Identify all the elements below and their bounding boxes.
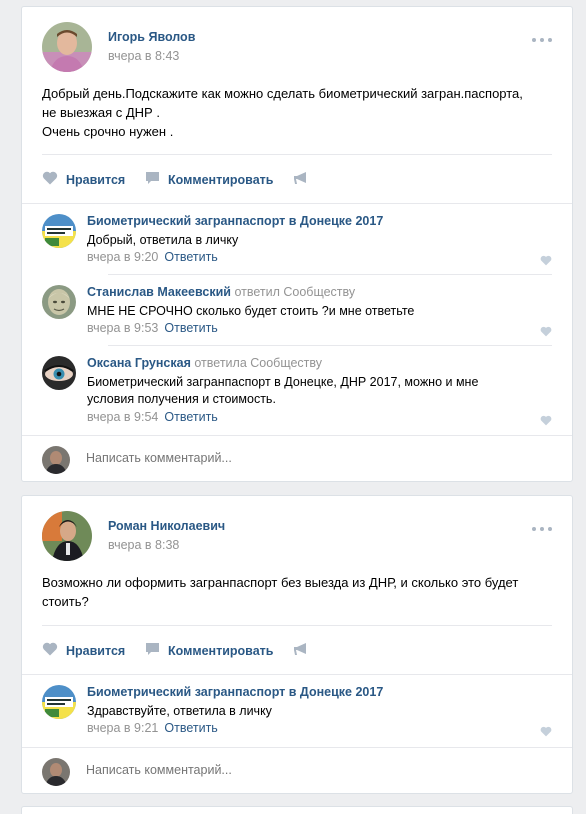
comment-author[interactable]: Биометрический загранпаспорт в Донецке 2… [87, 214, 383, 228]
comment-avatar[interactable] [42, 685, 76, 719]
comment-author-line: Станислав Макеевский ответил Сообществу [87, 285, 355, 299]
comment-icon [145, 642, 160, 659]
post-card: Игорь Яволов вчера в 8:43 Добрый день.По… [21, 6, 573, 482]
comment-text: МНЕ НЕ СРОЧНО сколько будет стоить ?и мн… [87, 304, 415, 318]
post-text-line: Возможно ли оформить загранпаспорт без в… [42, 575, 519, 590]
comment-author[interactable]: Станислав Макеевский [87, 285, 231, 299]
current-user-avatar [42, 446, 70, 474]
comment-replied: ответил Сообществу [234, 285, 356, 299]
comment-avatar[interactable] [42, 214, 76, 248]
comment-meta: вчера в 9:21 Ответить [87, 721, 218, 735]
comment-avatar[interactable] [42, 285, 76, 319]
heart-icon [42, 642, 58, 659]
post-actions: Нравится Комментировать [42, 154, 552, 200]
comment-date[interactable]: вчера в 9:53 [87, 321, 158, 335]
like-button[interactable]: Нравится [42, 642, 125, 659]
next-post-card [21, 806, 573, 814]
comment-avatar[interactable] [42, 356, 76, 390]
more-dots-icon[interactable] [532, 526, 552, 532]
comment-text: Биометрический загранпаспорт в Донецке, … [87, 375, 479, 406]
post-text-line: не выезжая с ДНР . [42, 105, 160, 120]
comment-text: Добрый, ответила в личку [87, 233, 239, 247]
comment-meta: вчера в 9:54 Ответить [87, 410, 218, 424]
post-author-name[interactable]: Игорь Яволов [108, 30, 195, 44]
post-author-name[interactable]: Роман Николаевич [108, 519, 225, 533]
like-label: Нравится [66, 172, 126, 187]
comment-author-line: Биометрический загранпаспорт в Донецке 2… [87, 685, 383, 699]
comment-author[interactable]: Биометрический загранпаспорт в Донецке 2… [87, 685, 383, 699]
share-megaphone-icon [293, 642, 309, 659]
comment-divider [108, 345, 552, 346]
comment-author[interactable]: Оксана Грунская [87, 356, 191, 370]
comment-like-heart-icon[interactable] [540, 414, 552, 429]
comment-date[interactable]: вчера в 9:21 [87, 721, 158, 735]
author-avatar[interactable] [42, 22, 92, 72]
post-text-line: Очень срочно нужен . [42, 124, 174, 139]
reply-button[interactable]: Ответить [164, 321, 217, 335]
comment-date[interactable]: вчера в 9:54 [87, 410, 158, 424]
post-actions: Нравится Комментировать [42, 625, 552, 671]
comment-meta: вчера в 9:20 Ответить [87, 250, 218, 264]
post-date[interactable]: вчера в 8:43 [108, 49, 179, 63]
comment-item: Станислав Макеевский ответил Сообществу … [42, 285, 552, 346]
post-date[interactable]: вчера в 8:38 [108, 538, 179, 552]
post-text-line: стоить? [42, 594, 89, 609]
comment-input[interactable] [86, 763, 506, 777]
heart-icon [42, 171, 58, 188]
share-button[interactable] [293, 642, 317, 659]
reply-button[interactable]: Ответить [164, 721, 217, 735]
comment-input[interactable] [86, 451, 506, 465]
write-comment-bar [22, 747, 572, 795]
comment-meta: вчера в 9:53 Ответить [87, 321, 218, 335]
comment-button[interactable]: Комментировать [145, 171, 273, 188]
post-card: Роман Николаевич вчера в 8:38 Возможно л… [21, 495, 573, 794]
comment-divider [108, 274, 552, 275]
comment-item: Оксана Грунская ответила Сообществу Биом… [42, 356, 552, 436]
share-button[interactable] [293, 171, 317, 188]
current-user-avatar [42, 758, 70, 786]
reply-button[interactable]: Ответить [164, 410, 217, 424]
comment-item: Биометрический загранпаспорт в Донецке 2… [42, 214, 552, 275]
comment-icon [145, 171, 160, 188]
comment-button[interactable]: Комментировать [145, 642, 273, 659]
reply-button[interactable]: Ответить [164, 250, 217, 264]
comment-date[interactable]: вчера в 9:20 [87, 250, 158, 264]
comment-like-heart-icon[interactable] [540, 725, 552, 740]
comment-item: Биометрический загранпаспорт в Донецке 2… [42, 685, 552, 746]
post-text: Возможно ли оформить загранпаспорт без в… [42, 573, 518, 611]
post-text: Добрый день.Подскажите как можно сделать… [42, 84, 523, 141]
comment-label: Комментировать [168, 172, 274, 187]
like-button[interactable]: Нравится [42, 171, 125, 188]
comment-label: Комментировать [168, 643, 274, 658]
comment-text: Здравствуйте, ответила в личку [87, 704, 272, 718]
like-label: Нравится [66, 643, 126, 658]
comment-replied: ответила Сообществу [194, 356, 323, 370]
write-comment-bar [22, 435, 572, 483]
comments-list: Биометрический загранпаспорт в Донецке 2… [22, 203, 572, 435]
comment-author-line: Биометрический загранпаспорт в Донецке 2… [87, 214, 383, 228]
comment-author-line: Оксана Грунская ответила Сообществу [87, 356, 322, 370]
author-avatar[interactable] [42, 511, 92, 561]
post-header: Игорь Яволов вчера в 8:43 [22, 7, 572, 77]
share-megaphone-icon [293, 171, 309, 188]
comments-list: Биометрический загранпаспорт в Донецке 2… [22, 674, 572, 747]
post-header: Роман Николаевич вчера в 8:38 [22, 496, 572, 566]
more-dots-icon[interactable] [532, 37, 552, 43]
post-text-line: Добрый день.Подскажите как можно сделать… [42, 86, 523, 101]
comment-like-heart-icon[interactable] [540, 254, 552, 269]
comment-like-heart-icon[interactable] [540, 325, 552, 340]
